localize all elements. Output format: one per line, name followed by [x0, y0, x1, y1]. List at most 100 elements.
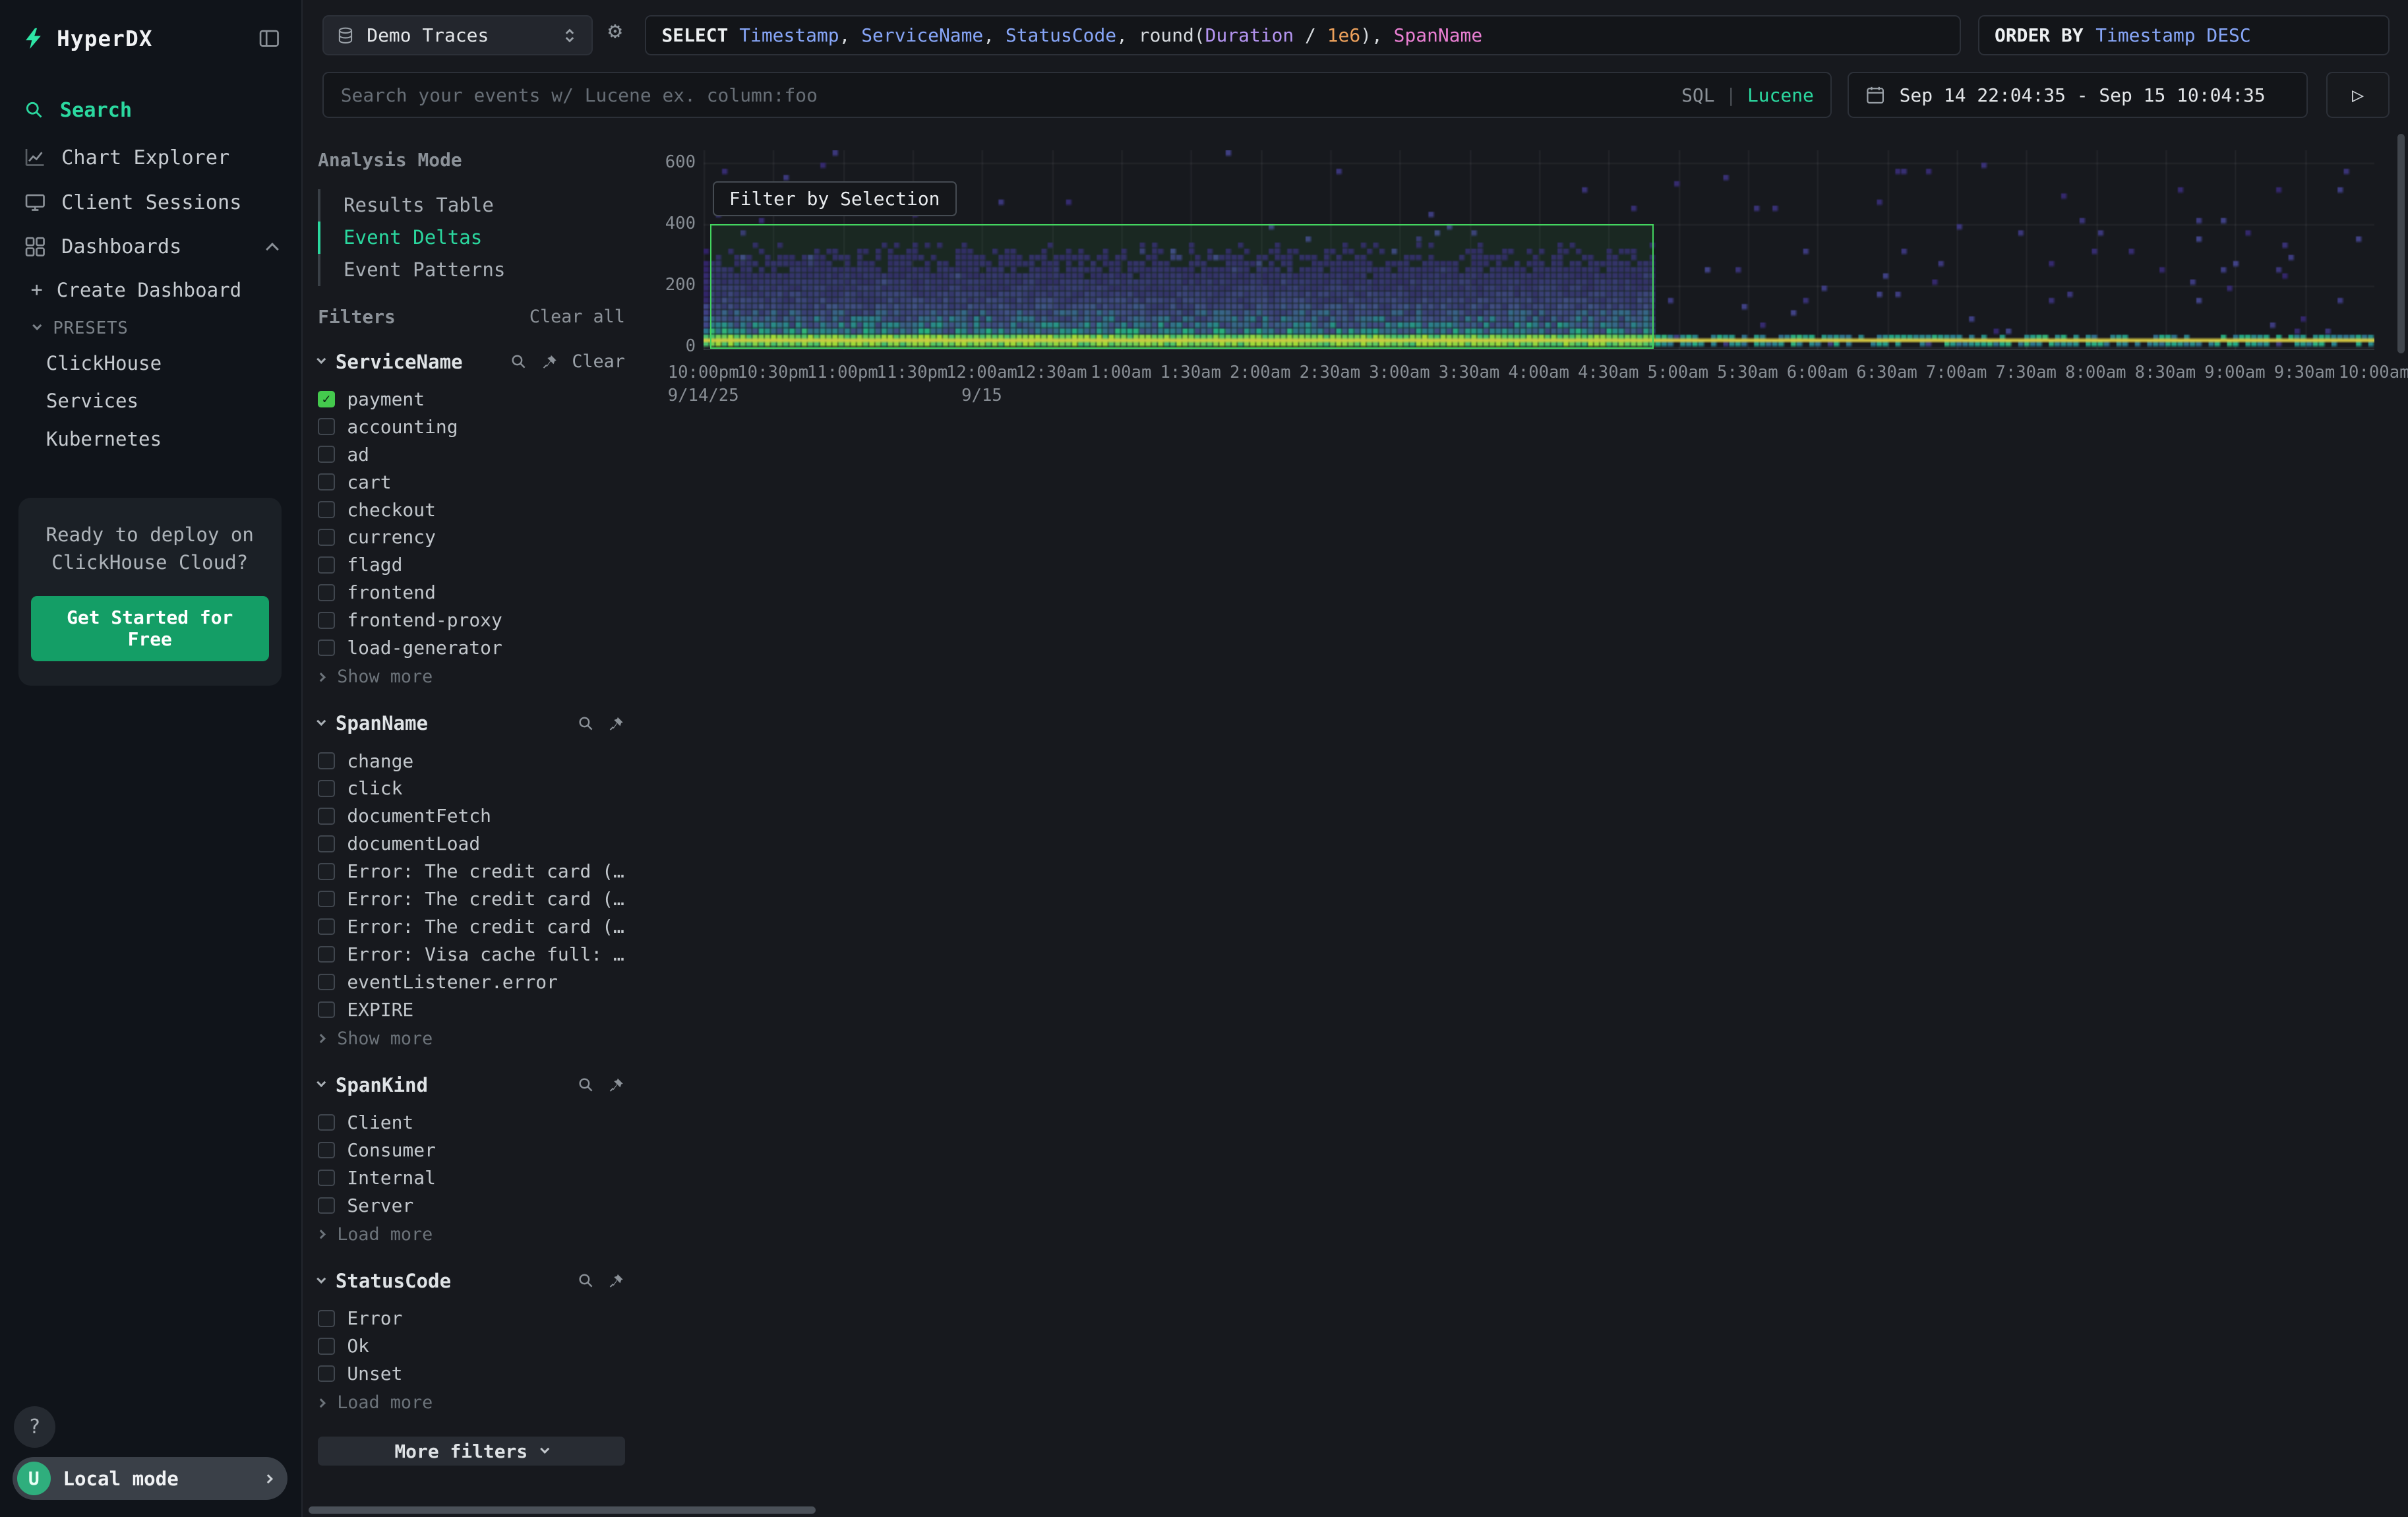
filter-option-frontend[interactable]: frontend	[318, 579, 625, 607]
checkbox-unchecked[interactable]	[318, 946, 335, 963]
filter-option-error[interactable]: Error	[318, 1305, 625, 1332]
horizontal-scrollbar[interactable]	[309, 1506, 816, 1514]
checkbox-unchecked[interactable]	[318, 556, 335, 574]
gear-icon[interactable]: ⚙	[608, 20, 622, 43]
filter-group-header[interactable]: ServiceNameClear	[318, 351, 625, 373]
filter-by-selection-button[interactable]: Filter by Selection	[713, 181, 957, 217]
sidebar-item-dashboards[interactable]: Dashboards	[0, 225, 301, 270]
checkbox-unchecked[interactable]	[318, 446, 335, 463]
load-more-button[interactable]: Load more	[318, 1390, 625, 1415]
sidebar-item-search[interactable]: Search	[0, 85, 301, 136]
filter-option-expire[interactable]: EXPIRE	[318, 996, 625, 1023]
checkbox-unchecked[interactable]	[318, 863, 335, 880]
checkbox-unchecked[interactable]	[318, 418, 335, 435]
filter-option-click[interactable]: click	[318, 775, 625, 802]
filter-option-error-the-credit-card[interactable]: Error: The credit card (…	[318, 885, 625, 913]
filter-option-ok[interactable]: Ok	[318, 1332, 625, 1360]
source-select[interactable]: Demo Traces	[322, 15, 593, 55]
checkbox-unchecked[interactable]	[318, 780, 335, 797]
sql-query-input[interactable]: SELECT Timestamp, ServiceName, StatusCod…	[645, 15, 1961, 55]
run-query-button[interactable]: ▷	[2326, 72, 2389, 118]
filter-option-error-the-credit-card[interactable]: Error: The credit card (…	[318, 858, 625, 885]
filter-option-frontend-proxy[interactable]: frontend-proxy	[318, 607, 625, 634]
checkbox-unchecked[interactable]	[318, 891, 335, 908]
filter-option-ad[interactable]: ad	[318, 440, 625, 468]
sidebar-item-kubernetes[interactable]: Kubernetes	[0, 420, 301, 458]
sidebar-item-client-sessions[interactable]: Client Sessions	[0, 180, 301, 225]
filter-option-currency[interactable]: currency	[318, 523, 625, 551]
filter-option-change[interactable]: change	[318, 747, 625, 775]
checkbox-unchecked[interactable]	[318, 1197, 335, 1214]
filter-option-documentfetch[interactable]: documentFetch	[318, 802, 625, 830]
presets-toggle[interactable]: PRESETS	[0, 309, 301, 344]
pin-icon[interactable]	[608, 1077, 625, 1094]
filter-option-checkout[interactable]: checkout	[318, 496, 625, 523]
checkbox-unchecked[interactable]	[318, 584, 335, 601]
filter-option-documentload[interactable]: documentLoad	[318, 830, 625, 858]
filter-option-unset[interactable]: Unset	[318, 1360, 625, 1388]
checkbox-unchecked[interactable]	[318, 640, 335, 657]
heatmap-chart[interactable]: Filter by Selection	[704, 150, 2374, 350]
clear-filter-button[interactable]: Clear	[572, 351, 625, 372]
checkbox-unchecked[interactable]	[318, 1114, 335, 1131]
lucene-toggle[interactable]: Lucene	[1747, 84, 1814, 106]
search-icon[interactable]	[510, 353, 527, 371]
checkbox-unchecked[interactable]	[318, 473, 335, 491]
show-more-button[interactable]: Show more	[318, 1026, 625, 1051]
more-filters-button[interactable]: More filters	[318, 1437, 625, 1466]
checkbox-unchecked[interactable]	[318, 529, 335, 546]
filter-option-consumer[interactable]: Consumer	[318, 1137, 625, 1164]
checkbox-unchecked[interactable]	[318, 974, 335, 991]
filter-option-internal[interactable]: Internal	[318, 1164, 625, 1192]
checkbox-unchecked[interactable]	[318, 1001, 335, 1019]
filter-group-header[interactable]: SpanName	[318, 712, 625, 734]
filter-option-cart[interactable]: cart	[318, 468, 625, 496]
sidebar-item-clickhouse[interactable]: ClickHouse	[0, 344, 301, 382]
filter-option-client[interactable]: Client	[318, 1109, 625, 1137]
filter-option-server[interactable]: Server	[318, 1191, 625, 1219]
filter-option-error-the-credit-card[interactable]: Error: The credit card (…	[318, 913, 625, 941]
mode-event-deltas[interactable]: Event Deltas	[318, 222, 625, 254]
checkbox-unchecked[interactable]	[318, 1142, 335, 1159]
checkbox-checked[interactable]: ✓	[318, 391, 335, 408]
sidebar-item-chart-explorer[interactable]: Chart Explorer	[0, 136, 301, 181]
create-dashboard-button[interactable]: + Create Dashboard	[0, 269, 301, 309]
load-more-button[interactable]: Load more	[318, 1222, 625, 1247]
checkbox-unchecked[interactable]	[318, 1310, 335, 1327]
filter-option-load-generator[interactable]: load-generator	[318, 634, 625, 662]
checkbox-unchecked[interactable]	[318, 1338, 335, 1355]
order-by-input[interactable]: ORDER BY Timestamp DESC	[1978, 15, 2390, 55]
pin-icon[interactable]	[608, 1272, 625, 1290]
mode-event-patterns[interactable]: Event Patterns	[318, 254, 625, 286]
filter-option-error-visa-cache-full[interactable]: Error: Visa cache full: …	[318, 941, 625, 968]
filter-group-header[interactable]: SpanKind	[318, 1074, 625, 1096]
checkbox-unchecked[interactable]	[318, 808, 335, 825]
checkbox-unchecked[interactable]	[318, 918, 335, 936]
mode-results-table[interactable]: Results Table	[318, 189, 625, 222]
filter-option-eventlistener-error[interactable]: eventListener.error	[318, 968, 625, 996]
search-icon[interactable]	[578, 1272, 595, 1290]
sidebar-collapse-icon[interactable]	[258, 28, 280, 49]
checkbox-unchecked[interactable]	[318, 1170, 335, 1187]
search-input[interactable]	[341, 84, 1670, 106]
show-more-button[interactable]: Show more	[318, 665, 625, 689]
checkbox-unchecked[interactable]	[318, 1365, 335, 1383]
sidebar-item-services[interactable]: Services	[0, 382, 301, 420]
user-menu[interactable]: U Local mode	[13, 1457, 287, 1500]
get-started-button[interactable]: Get Started for Free	[31, 596, 269, 661]
pin-icon[interactable]	[608, 715, 625, 732]
filter-group-header[interactable]: StatusCode	[318, 1270, 625, 1292]
pin-icon[interactable]	[541, 353, 558, 371]
checkbox-unchecked[interactable]	[318, 612, 335, 629]
vertical-scrollbar[interactable]	[2397, 134, 2405, 353]
checkbox-unchecked[interactable]	[318, 835, 335, 852]
help-button[interactable]: ?	[14, 1406, 55, 1448]
filter-option-flagd[interactable]: flagd	[318, 551, 625, 579]
sql-toggle[interactable]: SQL	[1681, 84, 1714, 106]
search-icon[interactable]	[578, 715, 595, 732]
search-icon[interactable]	[578, 1077, 595, 1094]
filter-option-payment[interactable]: ✓payment	[318, 385, 625, 413]
time-range-picker[interactable]: Sep 14 22:04:35 - Sep 15 10:04:35	[1848, 72, 2308, 118]
filter-option-accounting[interactable]: accounting	[318, 413, 625, 440]
checkbox-unchecked[interactable]	[318, 752, 335, 769]
